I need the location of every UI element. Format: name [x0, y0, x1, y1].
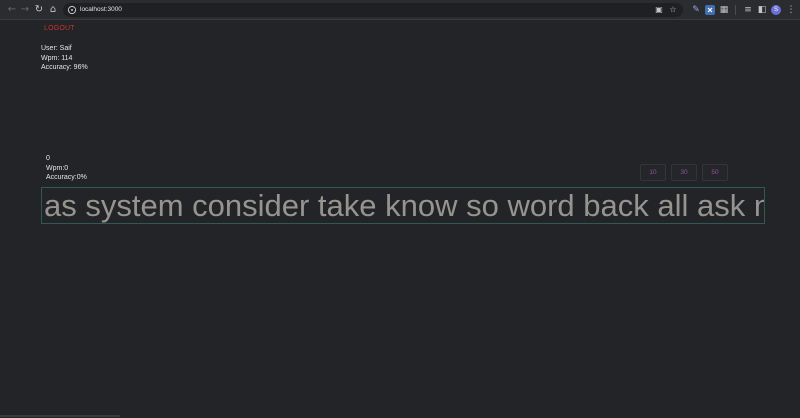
toolbar-divider	[735, 5, 736, 15]
browser-toolbar: ← → ↻ ⌂ localhost:3000 ▣ ☆ ✎ ▦ ≡ ◧ S ⋮	[0, 0, 800, 20]
reload-icon[interactable]: ↻	[32, 3, 46, 17]
scroll-indicator	[0, 415, 120, 417]
duration-button-10[interactable]: 10	[640, 164, 666, 181]
url-text: localhost:3000	[80, 6, 122, 13]
timer-value: 0	[46, 155, 50, 162]
pen-extension-icon[interactable]: ✎	[689, 3, 703, 17]
user-info: User: Saif Wpm: 114 Accuracy: 96%	[41, 44, 88, 73]
install-app-icon[interactable]: ▣	[653, 4, 665, 16]
home-icon[interactable]: ⌂	[46, 3, 60, 17]
address-bar[interactable]: localhost:3000 ▣ ☆	[63, 3, 683, 17]
app-page: LOGOUT User: Saif Wpm: 114 Accuracy: 96%…	[0, 21, 800, 418]
duration-button-30[interactable]: 30	[671, 164, 697, 181]
live-accuracy: Accuracy:0%	[46, 174, 87, 181]
star-icon[interactable]: ☆	[667, 4, 679, 16]
back-arrow-icon[interactable]: ←	[5, 3, 19, 17]
sidebar-icon[interactable]: ◧	[755, 3, 769, 17]
typing-area[interactable]: as system consider take know so word bac…	[41, 187, 765, 224]
user-wpm: Wpm: 114	[41, 54, 73, 62]
forward-arrow-icon[interactable]: →	[18, 3, 32, 17]
user-name: User: Saif	[41, 45, 72, 52]
x-extension-icon[interactable]	[703, 3, 717, 17]
live-wpm: Wpm:0	[46, 164, 69, 172]
media-icon[interactable]: ≡	[741, 3, 755, 17]
live-stats: 0 Wpm:0 Accuracy:0%	[46, 154, 87, 183]
puzzle-icon[interactable]: ▦	[717, 3, 731, 17]
menu-icon[interactable]: ⋮	[784, 3, 798, 17]
logout-button[interactable]: LOGOUT	[44, 25, 75, 32]
profile-avatar[interactable]: S	[771, 5, 781, 15]
user-accuracy: Accuracy: 96%	[41, 64, 88, 71]
duration-button-50[interactable]: 50	[702, 164, 728, 181]
site-info-icon[interactable]	[67, 5, 77, 15]
word-stream: as system consider take know so word bac…	[44, 188, 765, 223]
